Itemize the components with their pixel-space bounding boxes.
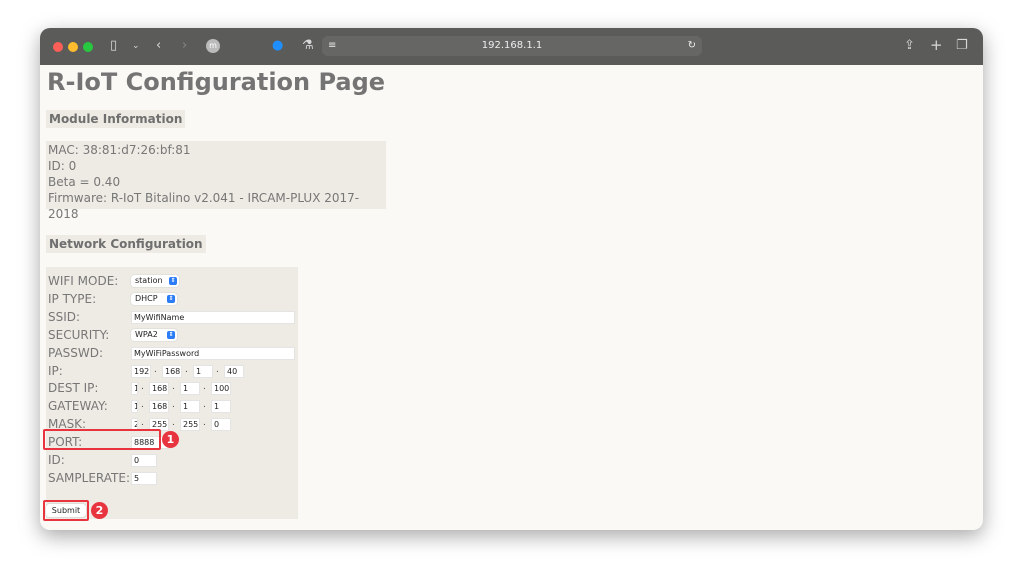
tabs-overview-icon[interactable]: ❐: [956, 38, 968, 53]
passwd-label: PASSWD:: [48, 345, 104, 360]
ssid-input[interactable]: MyWifiName: [131, 310, 295, 324]
octet-separator: .: [154, 364, 157, 375]
gateway-octet-2[interactable]: 168: [149, 400, 169, 414]
dest-ip-octet-4[interactable]: 100: [211, 382, 231, 396]
ip-type-select[interactable]: DHCP ⇕: [131, 292, 177, 305]
octet-separator: .: [203, 400, 206, 411]
security-label: SECURITY:: [48, 327, 110, 342]
page-content: R-IoT Configuration Page Module Informat…: [40, 65, 983, 530]
minimize-window-button[interactable]: [68, 42, 78, 52]
sidebar-icon[interactable]: ▯: [110, 38, 117, 53]
ip-type-label: IP TYPE:: [48, 291, 97, 306]
annotation-badge-2: 2: [91, 502, 108, 519]
gateway-octet-4[interactable]: 1: [211, 400, 231, 414]
beta-text: Beta = 0.40: [48, 175, 121, 189]
value-text: MyWiFiPassword: [134, 348, 200, 358]
select-arrows-icon: ⇕: [169, 277, 177, 285]
extension-bottle-icon[interactable]: ⚗: [302, 38, 314, 53]
id-input[interactable]: 0: [131, 454, 157, 467]
dest-ip-octet-3[interactable]: 1: [180, 382, 200, 396]
octet-separator: .: [141, 382, 144, 393]
module-info-heading: Module Information: [46, 110, 186, 128]
browser-toolbar: ▯ ⌄ ‹ › m ● ⚗ 192.168.1.1 ↻ ≡ ⇪ + ❐: [40, 28, 983, 65]
value-text: station: [135, 276, 163, 285]
close-window-button[interactable]: [53, 42, 63, 52]
value-text: 5: [134, 473, 140, 483]
value-text: WPA2: [135, 329, 158, 339]
id-text: ID: 0: [48, 159, 77, 173]
extension-icon[interactable]: ●: [272, 38, 283, 53]
octet-separator: .: [185, 364, 188, 375]
new-tab-icon[interactable]: +: [930, 36, 943, 54]
forward-icon[interactable]: ›: [182, 38, 187, 53]
mask-octet-2[interactable]: 255: [149, 418, 169, 432]
octet-separator: .: [141, 400, 144, 411]
value-text: 0: [134, 456, 140, 465]
submit-button[interactable]: Submit: [46, 504, 86, 517]
mask-octet-4[interactable]: 0: [211, 418, 231, 432]
gateway-octet-3[interactable]: 1: [180, 400, 200, 414]
module-info-panel: MAC: 38:81:d7:26:bf:81 ID: 0 Beta = 0.40…: [46, 141, 386, 221]
back-icon[interactable]: ‹: [156, 38, 161, 53]
octet-separator: .: [216, 364, 219, 375]
ip-octet-1[interactable]: 192: [131, 364, 151, 378]
browser-window: ▯ ⌄ ‹ › m ● ⚗ 192.168.1.1 ↻ ≡ ⇪ + ❐ R-IoT …: [40, 28, 983, 530]
octet-separator: .: [203, 418, 206, 429]
mask-octet-1[interactable]: 25: [131, 418, 138, 432]
network-config-heading: Network Configuration: [46, 235, 206, 253]
url-text: 192.168.1.1: [481, 40, 543, 51]
mac-text: MAC: 38:81:d7:26:bf:81: [48, 143, 191, 157]
wifi-mode-select[interactable]: station ⇕: [131, 275, 179, 287]
id-label: ID:: [48, 453, 65, 467]
octet-separator: .: [203, 382, 206, 393]
mask-label: MASK:: [48, 417, 87, 432]
octet-separator: .: [172, 382, 175, 393]
mask-octet-3[interactable]: 255: [180, 418, 200, 432]
passwd-input[interactable]: MyWiFiPassword: [131, 346, 295, 360]
reload-icon[interactable]: ↻: [688, 36, 696, 56]
port-label: PORT:: [48, 435, 83, 450]
select-arrows-icon: ⇕: [167, 330, 175, 339]
network-config-form: WIFI MODE: station ⇕ IP TYPE: DHCP ⇕ SSID: MyWi…: [46, 267, 298, 519]
address-bar[interactable]: 192.168.1.1 ↻ ≡: [322, 36, 702, 56]
dest-ip-label: DEST IP:: [48, 381, 99, 396]
select-arrows-icon: ⇕: [167, 294, 175, 303]
annotation-badge-1: 1: [162, 431, 179, 448]
ssid-label: SSID:: [48, 309, 81, 324]
reader-icon[interactable]: ≡: [328, 36, 336, 56]
dest-ip-octet-2[interactable]: 168: [149, 382, 169, 396]
gateway-octet-1[interactable]: 19: [131, 400, 138, 414]
octet-separator: .: [172, 418, 175, 429]
ip-octet-2[interactable]: 168: [162, 364, 182, 378]
wifi-mode-label: WIFI MODE:: [48, 274, 119, 288]
samplerate-input[interactable]: 5: [131, 471, 157, 485]
page-title: R-IoT Configuration Page: [47, 68, 386, 96]
security-select[interactable]: WPA2 ⇕: [131, 328, 177, 341]
ip-octet-3[interactable]: 1: [193, 364, 213, 378]
octet-separator: .: [172, 400, 175, 411]
share-icon[interactable]: ⇪: [904, 38, 915, 53]
samplerate-label: SAMPLERATE:: [48, 470, 130, 485]
zoom-window-button[interactable]: [83, 42, 93, 52]
dest-ip-octet-1[interactable]: 19: [131, 382, 138, 396]
firmware-text: Firmware: R-IoT Bitalino v2.041 - IRCAM-…: [48, 191, 360, 221]
ip-octet-4[interactable]: 40: [224, 364, 244, 378]
value-text: 8888: [134, 438, 155, 448]
profile-icon[interactable]: m: [206, 39, 220, 53]
ip-label: IP:: [48, 363, 63, 378]
octet-separator: .: [141, 418, 144, 429]
value-text: MyWifiName: [134, 312, 185, 322]
chevron-down-icon[interactable]: ⌄: [132, 41, 140, 51]
gateway-label: GATEWAY:: [48, 399, 108, 414]
value-text: DHCP: [135, 293, 158, 303]
